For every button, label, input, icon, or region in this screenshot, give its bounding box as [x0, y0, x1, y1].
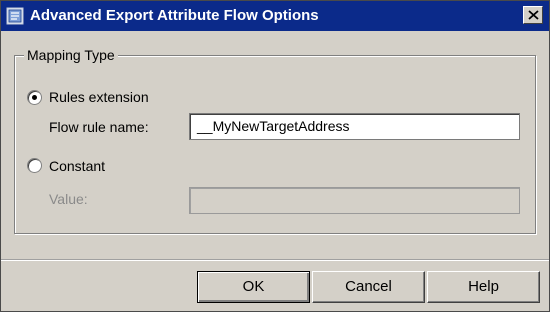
constant-radio[interactable] [27, 158, 42, 173]
close-icon [528, 10, 539, 20]
constant-label[interactable]: Constant [49, 157, 105, 175]
dialog-window: Advanced Export Attribute Flow Options M… [0, 0, 550, 312]
rules-extension-label[interactable]: Rules extension [49, 88, 149, 106]
ok-button[interactable]: OK [197, 271, 310, 303]
flow-rule-name-label: Flow rule name: [49, 119, 149, 135]
help-button[interactable]: Help [427, 271, 540, 303]
flow-rule-name-input[interactable]: __MyNewTargetAddress [189, 113, 520, 140]
radio-selected-dot [32, 95, 37, 100]
value-input[interactable] [189, 187, 520, 214]
title-bar[interactable]: Advanced Export Attribute Flow Options [1, 1, 549, 31]
app-icon [6, 7, 24, 25]
footer-separator [1, 259, 549, 261]
cancel-button[interactable]: Cancel [312, 271, 425, 303]
value-label: Value: [49, 191, 88, 207]
window-title: Advanced Export Attribute Flow Options [30, 7, 319, 24]
rules-extension-radio[interactable] [27, 90, 42, 105]
close-button[interactable] [523, 6, 543, 24]
mapping-type-label: Mapping Type [24, 46, 118, 64]
